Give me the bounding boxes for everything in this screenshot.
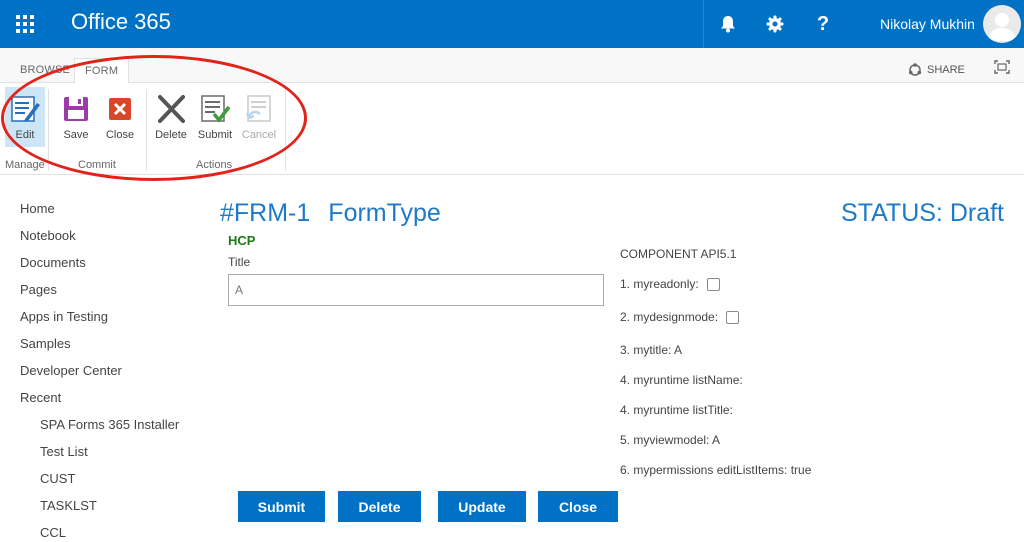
tab-browse[interactable]: BROWSE (20, 64, 70, 76)
myreadonly-checkbox[interactable] (706, 277, 720, 291)
close-icon (109, 98, 131, 120)
title-field-label: Title (228, 255, 251, 269)
status-badge: STATUS: Draft (841, 199, 1004, 227)
mydesignmode-checkbox[interactable] (726, 310, 740, 324)
submit-form-icon (201, 95, 231, 123)
form-type: FormType (328, 199, 441, 227)
prop-label: 2. mydesignmode: (620, 310, 719, 324)
group-label-manage: Manage (5, 159, 45, 171)
notifications-button[interactable] (703, 0, 751, 48)
prop-mypermissions: 6. mypermissions editListItems: true (620, 463, 812, 477)
delete-x-icon (158, 95, 185, 123)
suite-bar: Office 365 ? Nikolay Mukhin (0, 0, 1024, 48)
avatar[interactable] (983, 5, 1021, 43)
save-button[interactable]: Save (56, 93, 96, 141)
nav-item-recent[interactable]: Recent (20, 390, 61, 405)
save-label: Save (63, 129, 89, 141)
prop-myruntime-listname: 4. myruntime listName: (620, 373, 743, 387)
waffle-icon (16, 15, 34, 33)
settings-button[interactable] (751, 0, 799, 48)
app-launcher-button[interactable] (0, 0, 50, 48)
prop-mydesignmode: 2. mydesignmode: (620, 310, 740, 324)
prop-label: 1. myreadonly: (620, 277, 699, 291)
brand-title[interactable]: Office 365 (71, 9, 171, 35)
nav-item-pages[interactable]: Pages (20, 282, 57, 297)
nav-item-documents[interactable]: Documents (20, 255, 86, 270)
group-label-actions: Actions (196, 159, 233, 171)
form-delete-button[interactable]: Delete (338, 491, 421, 522)
group-label-commit: Commit (78, 159, 116, 171)
nav-item-tasklst[interactable]: TASKLST (40, 498, 97, 513)
share-button[interactable]: SHARE (908, 63, 965, 77)
prop-myreadonly: 1. myreadonly: (620, 277, 720, 291)
close-label: Close (105, 129, 135, 141)
prop-mytitle: 3. mytitle: A (620, 343, 683, 357)
nav-item-home[interactable]: Home (20, 201, 55, 216)
form-update-button[interactable]: Update (438, 491, 526, 522)
ribbon-divider (285, 89, 286, 171)
nav-item-cust[interactable]: CUST (40, 471, 75, 486)
cancel-label: Cancel (241, 129, 277, 141)
share-label: SHARE (927, 64, 965, 76)
ribbon: Edit Manage Save Close Commit Delete Sub… (0, 83, 1024, 175)
prop-myviewmodel: 5. myviewmodel: A (620, 433, 721, 447)
cancel-button[interactable]: Cancel (239, 93, 279, 141)
nav-item-apps-in-testing[interactable]: Apps in Testing (20, 309, 108, 324)
prop-myruntime-listtitle: 4. myruntime listTitle: (620, 403, 733, 417)
form-id: #FRM-1 (220, 199, 311, 227)
section-heading: HCP (228, 233, 256, 248)
title-input[interactable] (228, 274, 604, 306)
floppy-disk-icon (64, 97, 88, 121)
submit-label: Submit (197, 129, 233, 141)
nav-item-samples[interactable]: Samples (20, 336, 71, 351)
nav-item-developer-center[interactable]: Developer Center (20, 363, 122, 378)
focus-icon (994, 60, 1010, 74)
component-title: COMPONENT API5.1 (620, 247, 737, 261)
edit-label: Edit (15, 129, 35, 141)
tab-form[interactable]: FORM (74, 58, 130, 84)
delete-label: Delete (155, 129, 187, 141)
user-name[interactable]: Nikolay Mukhin (880, 16, 975, 32)
nav-item-spa-forms-installer[interactable]: SPA Forms 365 Installer (40, 417, 179, 432)
gear-icon (766, 15, 784, 33)
nav-item-test-list[interactable]: Test List (40, 444, 88, 459)
form-submit-button[interactable]: Submit (238, 491, 325, 522)
cancel-form-icon (245, 95, 271, 122)
ribbon-tabs: BROWSE FORM SHARE (0, 48, 1024, 84)
share-icon (908, 63, 922, 76)
submit-button[interactable]: Submit (195, 93, 235, 141)
close-button[interactable]: Close (100, 93, 140, 141)
bell-icon (720, 16, 735, 33)
form-close-button[interactable]: Close (538, 491, 618, 522)
edit-form-icon (11, 96, 40, 122)
nav-item-notebook[interactable]: Notebook (20, 228, 76, 243)
nav-item-ccl[interactable]: CCL (40, 525, 66, 540)
help-icon: ? (816, 12, 830, 35)
delete-button[interactable]: Delete (151, 93, 191, 141)
edit-button[interactable]: Edit (5, 87, 45, 147)
ribbon-divider (146, 89, 147, 171)
focus-content-button[interactable] (994, 60, 1010, 79)
ribbon-divider (48, 89, 49, 171)
person-icon (988, 13, 1016, 41)
help-button[interactable]: ? (799, 0, 847, 48)
form-title: #FRM-1 FormType (220, 199, 441, 228)
